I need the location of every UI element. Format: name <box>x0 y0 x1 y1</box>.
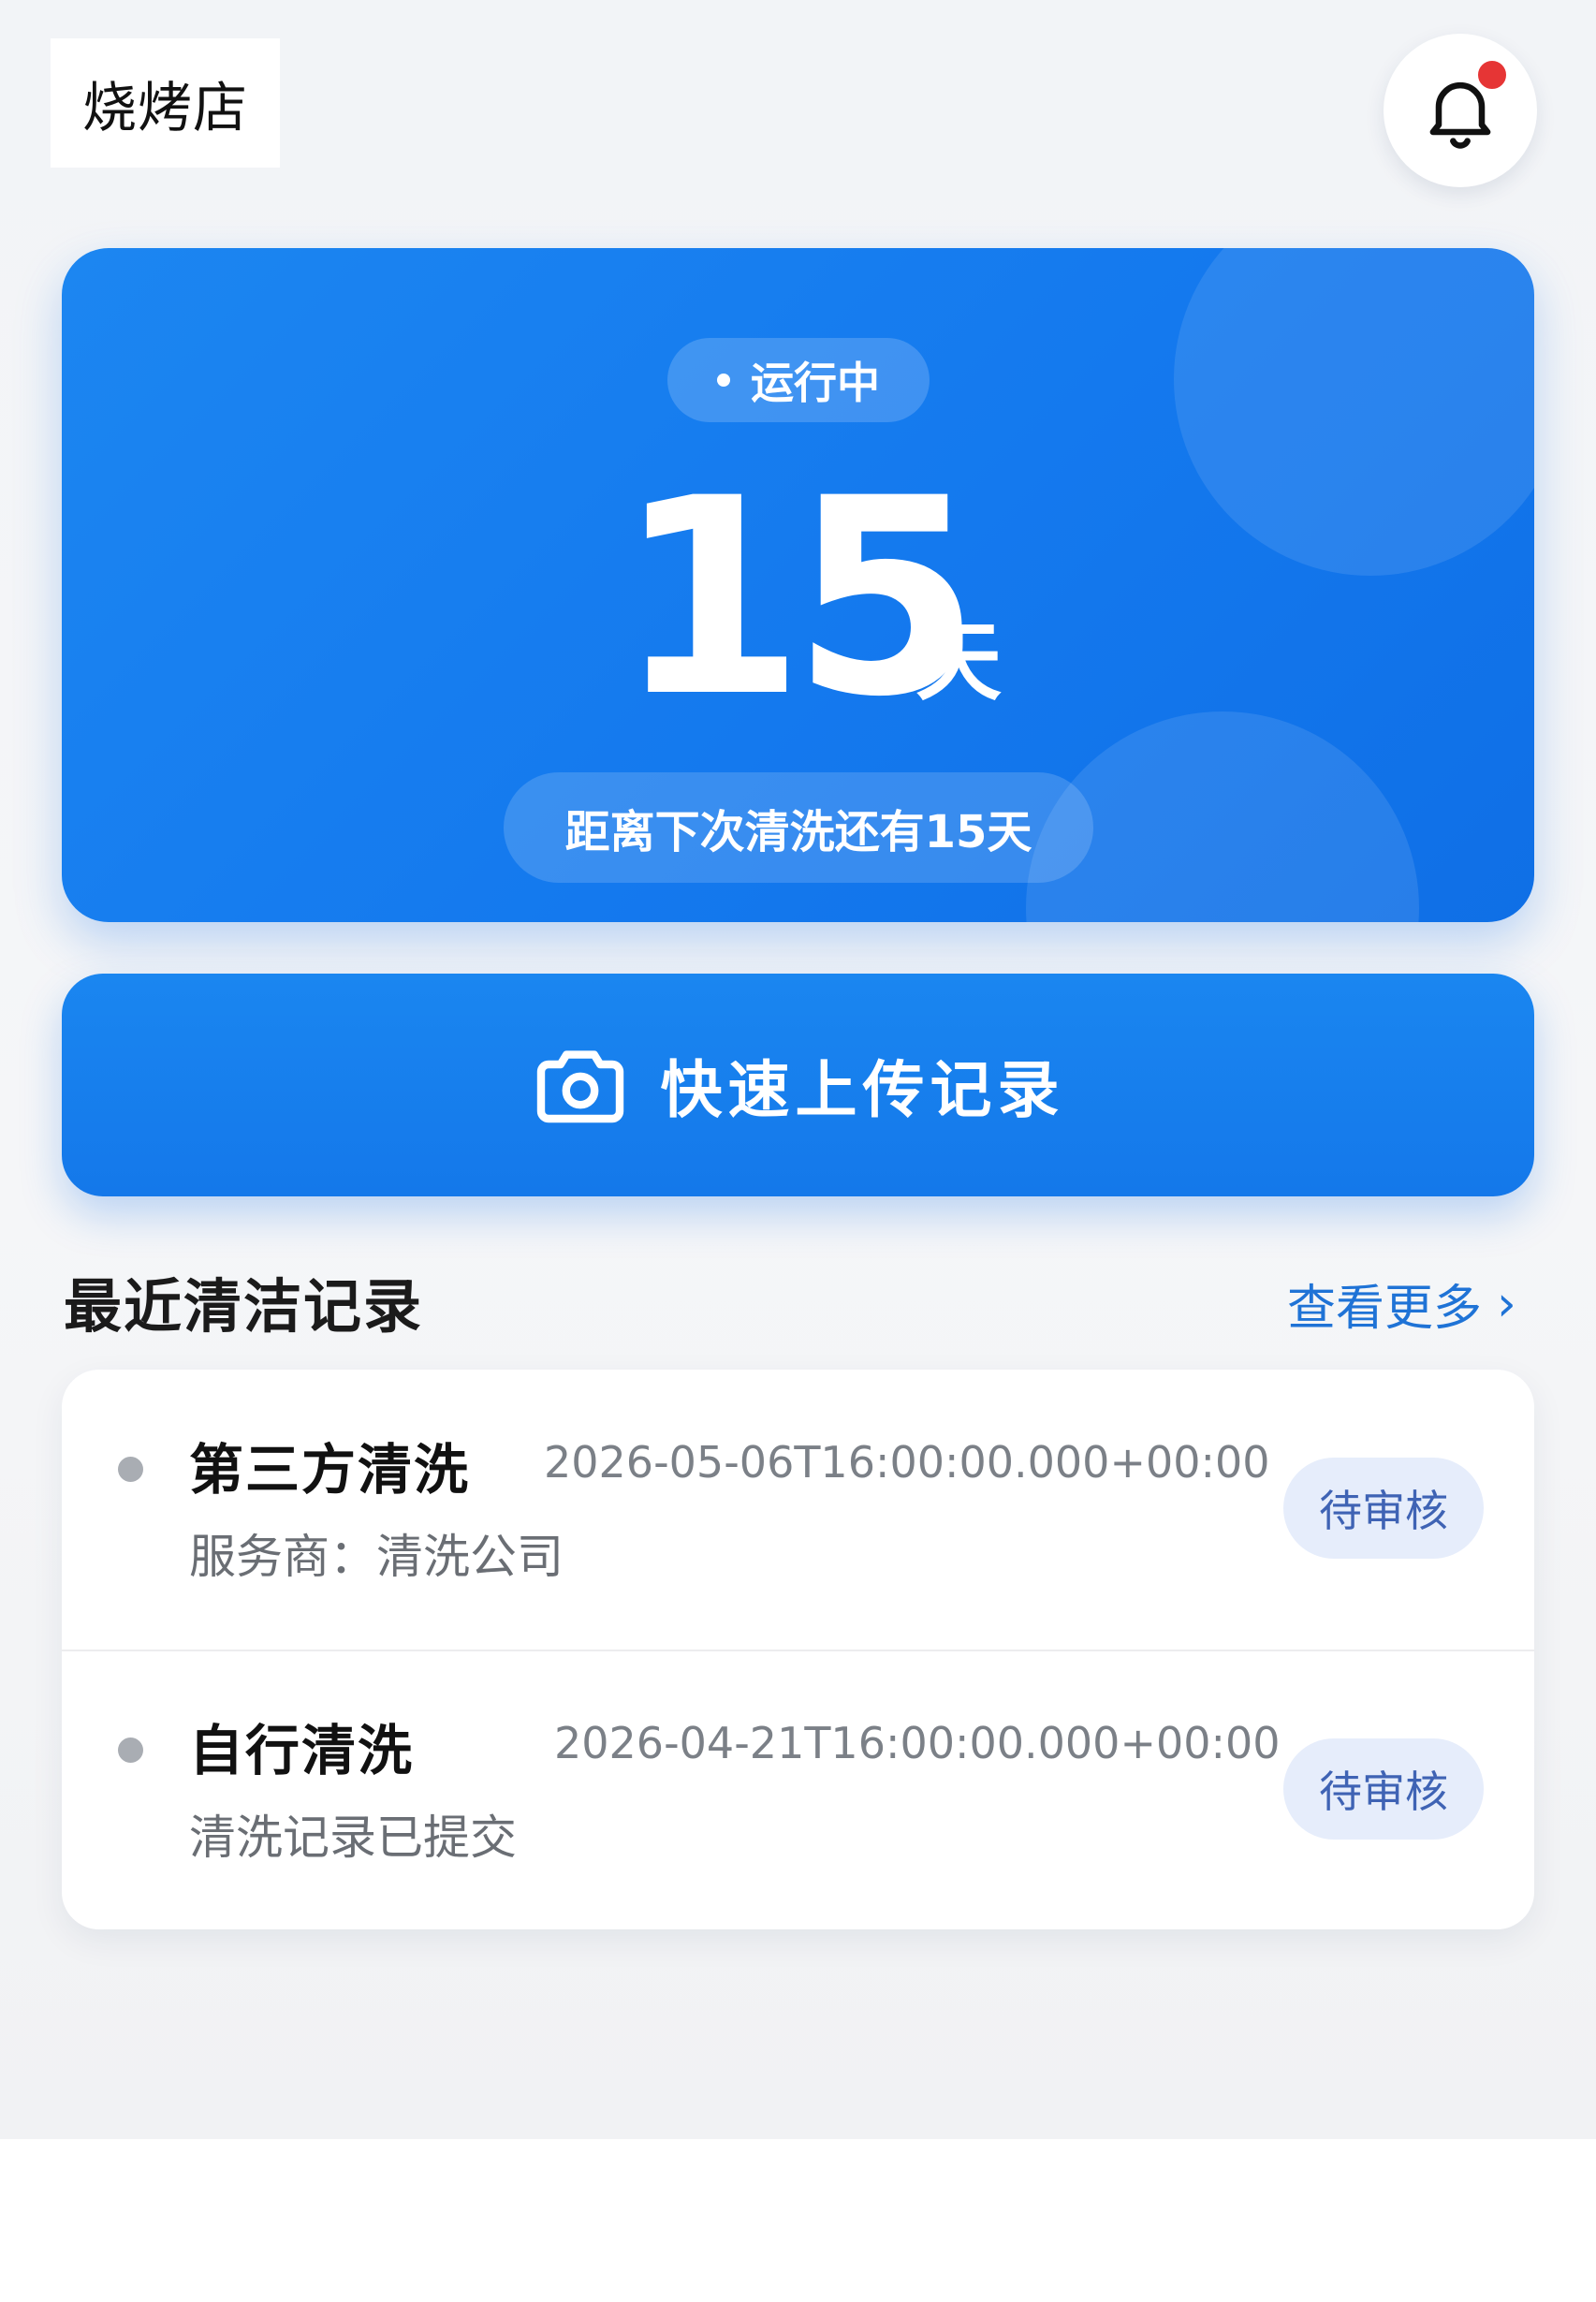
record-subtitle: 清洗记录已提交 <box>189 1811 517 1865</box>
record-status-badge: 待审核 <box>1283 1458 1484 1559</box>
countdown-text: 距离下次清洗还有15天 <box>504 772 1093 883</box>
view-more-link[interactable]: 查看更多 › <box>1287 1268 1516 1339</box>
status-label: 运行中 <box>751 358 880 408</box>
record-status-badge: 待审核 <box>1283 1738 1484 1840</box>
status-badge: 运行中 <box>667 338 930 422</box>
decorative-circle <box>1174 248 1534 576</box>
record-subtitle: 服务商：清洗公司 <box>189 1530 564 1584</box>
camera-icon <box>532 1043 629 1127</box>
record-date: 2026-04-21T16:00:00.000+00:00 <box>554 1718 1281 1768</box>
notification-dot <box>1475 58 1509 92</box>
recent-records-title: 最近清洁记录 <box>64 1272 424 1341</box>
quick-upload-button[interactable]: 快速上传记录 <box>62 974 1534 1196</box>
record-row[interactable]: 自行清洗 2026-04-21T16:00:00.000+00:00 清洗记录已… <box>62 1650 1534 1929</box>
store-name: 烧烤店 <box>51 38 280 168</box>
record-row[interactable]: 第三方清洗 2026-05-06T16:00:00.000+00:00 服务商：… <box>62 1370 1534 1651</box>
record-dot <box>118 1737 143 1763</box>
quick-upload-label: 快速上传记录 <box>660 1054 1065 1126</box>
status-dot <box>717 374 730 387</box>
record-title: 自行清洗 <box>189 1719 415 1782</box>
app-screen: 烧烤店 运行中 15 天 距离下次清洗还有15天 快速上传记录 最近清洁记录 查… <box>0 0 1596 2139</box>
record-dot <box>118 1457 143 1482</box>
record-date: 2026-05-06T16:00:00.000+00:00 <box>544 1437 1270 1488</box>
notification-button[interactable] <box>1384 34 1537 187</box>
chevron-right-icon: › <box>1497 1275 1516 1332</box>
days-unit: 天 <box>915 612 1003 712</box>
view-more-label: 查看更多 <box>1287 1281 1483 1337</box>
record-title: 第三方清洗 <box>189 1438 471 1502</box>
status-card: 运行中 15 天 距离下次清洗还有15天 <box>62 248 1534 922</box>
records-list: 第三方清洗 2026-05-06T16:00:00.000+00:00 服务商：… <box>62 1370 1534 1929</box>
